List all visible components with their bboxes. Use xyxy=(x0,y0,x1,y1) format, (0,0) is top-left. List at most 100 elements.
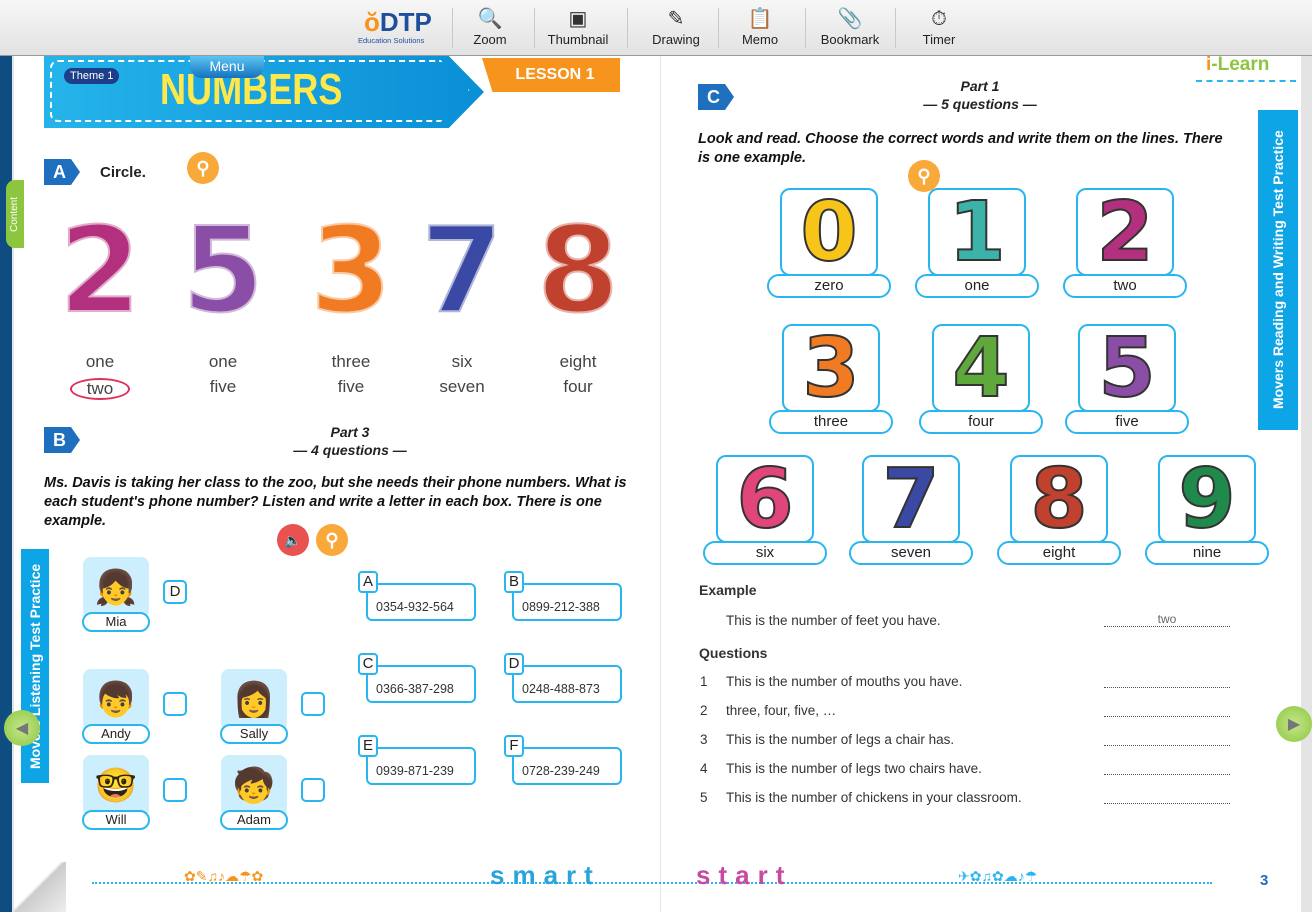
tool-zoom[interactable]: 🔍 Zoom xyxy=(445,6,535,52)
student-name: Mia xyxy=(82,612,150,632)
phone-number-box: 0728-239-249 xyxy=(512,747,622,785)
word-option[interactable]: one xyxy=(178,353,268,371)
section-c-instruction: Look and read. Choose the correct words … xyxy=(698,131,1223,166)
word-option[interactable]: five xyxy=(178,378,268,396)
part-1-heading: Part 1 xyxy=(960,78,1000,94)
answer-box[interactable] xyxy=(301,692,325,716)
decoration-icons: ✿✎♫♪☁☂✿ xyxy=(184,868,264,884)
tool-thumbnail[interactable]: ▣ Thumbnail xyxy=(533,6,623,52)
answer-key-icon[interactable]: ⚲ xyxy=(316,524,348,556)
number-word: three xyxy=(769,410,893,434)
answer-box[interactable] xyxy=(301,778,325,802)
word-option[interactable]: six xyxy=(417,353,507,371)
example-text: This is the number of feet you have. xyxy=(726,613,941,628)
example-label: Example xyxy=(699,582,757,598)
number-word: six xyxy=(703,541,827,565)
number-card-5: 5 xyxy=(1078,324,1176,413)
audio-button[interactable]: 🔈 xyxy=(277,524,309,556)
number-word: one xyxy=(915,274,1039,298)
memo-icon: 📋 xyxy=(747,8,773,30)
phone-letter: A xyxy=(358,571,378,593)
dtp-logo: ŏDTP Education Solutions xyxy=(358,7,432,45)
word-option[interactable]: eight xyxy=(533,353,623,371)
content-tab[interactable]: Content xyxy=(6,180,24,248)
phone-number-box: 0248-488-873 xyxy=(512,665,622,703)
phone-letter: B xyxy=(504,571,524,593)
number-card-8: 8 xyxy=(1010,455,1108,544)
question-text: This is the number of mouths you have. xyxy=(726,674,963,689)
student-name: Adam xyxy=(220,810,288,830)
answer-key-icon[interactable]: ⚲ xyxy=(187,152,219,184)
student-picture: 👦 xyxy=(83,669,149,731)
menu-button[interactable]: Menu xyxy=(190,56,264,78)
tool-drawing[interactable]: ✎ Drawing xyxy=(631,6,721,52)
word-option[interactable]: four xyxy=(533,378,623,396)
student-name: Andy xyxy=(82,724,150,744)
part-3-heading: Part 3 xyxy=(330,424,370,440)
student-picture: 🤓 xyxy=(83,755,149,817)
reading-vertical-tab: Movers Reading and Writing Test Practice xyxy=(1258,110,1298,430)
question-number: 3 xyxy=(700,732,708,747)
question-number: 4 xyxy=(700,761,708,776)
question-text: This is the number of legs a chair has. xyxy=(726,732,955,747)
section-b-instruction: Ms. Davis is taking her class to the zoo… xyxy=(44,475,627,529)
question-text: This is the number of chickens in your c… xyxy=(726,790,1022,805)
number-word: seven xyxy=(849,541,973,565)
answer-box[interactable] xyxy=(163,778,187,802)
lesson-label: LESSON 1 xyxy=(482,58,620,92)
answer-box[interactable] xyxy=(163,692,187,716)
student-name: Sally xyxy=(220,724,288,744)
tool-bookmark[interactable]: 📎 Bookmark xyxy=(805,6,895,52)
answer-box[interactable]: D xyxy=(163,580,187,604)
tool-memo[interactable]: 📋 Memo xyxy=(715,6,805,52)
number-word: two xyxy=(1063,274,1187,298)
question-number: 2 xyxy=(700,703,708,718)
example-answer: two xyxy=(1104,612,1230,627)
student-picture: 👩 xyxy=(221,669,287,731)
toolbar: ŏDTP Education Solutions 🔍 Zoom ▣ Thumbnail… xyxy=(0,0,1312,56)
big-number-8: 8 xyxy=(534,202,622,341)
number-word: four xyxy=(919,410,1043,434)
number-card-7: 7 xyxy=(862,455,960,544)
phone-letter: F xyxy=(504,735,524,757)
number-word: zero xyxy=(767,274,891,298)
previous-page-button[interactable]: ◀ xyxy=(4,710,40,746)
word-option[interactable]: one xyxy=(55,353,145,371)
separator xyxy=(452,8,453,48)
number-card-6: 6 xyxy=(716,455,814,544)
page-number: 3 xyxy=(1260,872,1269,889)
tool-timer[interactable]: ⏱ Timer xyxy=(894,6,984,52)
phone-number-box: 0354-932-564 xyxy=(366,583,476,621)
decoration-icons: ✈✿♫✿☁♪☂ xyxy=(958,868,1038,884)
answer-line[interactable] xyxy=(1104,802,1230,804)
phone-letter: C xyxy=(358,653,378,675)
number-card-4: 4 xyxy=(932,324,1030,413)
question-number: 5 xyxy=(700,790,708,805)
answer-line[interactable] xyxy=(1104,773,1230,775)
word-option[interactable]: seven xyxy=(417,378,507,396)
next-page-button[interactable]: ▶ xyxy=(1276,706,1312,742)
phone-letter: E xyxy=(358,735,378,757)
student-picture: 🧒 xyxy=(221,755,287,817)
tool-label: Drawing xyxy=(652,32,700,47)
separator xyxy=(627,8,628,48)
listening-vertical-tab: Movers Listening Test Practice xyxy=(21,549,49,783)
divider xyxy=(1196,80,1296,82)
thumbnail-icon: ▣ xyxy=(568,8,588,30)
phone-letter: D xyxy=(504,653,524,675)
answer-line[interactable] xyxy=(1104,715,1230,717)
page-curl[interactable] xyxy=(14,862,66,912)
word-option[interactable]: two xyxy=(70,378,130,400)
i-learn-logo: i-Learn xyxy=(1206,54,1270,75)
answer-line[interactable] xyxy=(1104,744,1230,746)
section-a-instruction: Circle. xyxy=(100,164,146,181)
tool-label: Timer xyxy=(922,32,956,47)
tool-label: Memo xyxy=(741,32,779,47)
word-option[interactable]: five xyxy=(306,378,396,396)
pencil-icon: ✎ xyxy=(667,8,685,30)
word-option[interactable]: three xyxy=(306,353,396,371)
answer-line[interactable] xyxy=(1104,686,1230,688)
paperclip-icon: 📎 xyxy=(837,8,863,30)
part-1-count: — 5 questions — xyxy=(923,96,1037,112)
number-card-1: 1 xyxy=(928,188,1026,277)
